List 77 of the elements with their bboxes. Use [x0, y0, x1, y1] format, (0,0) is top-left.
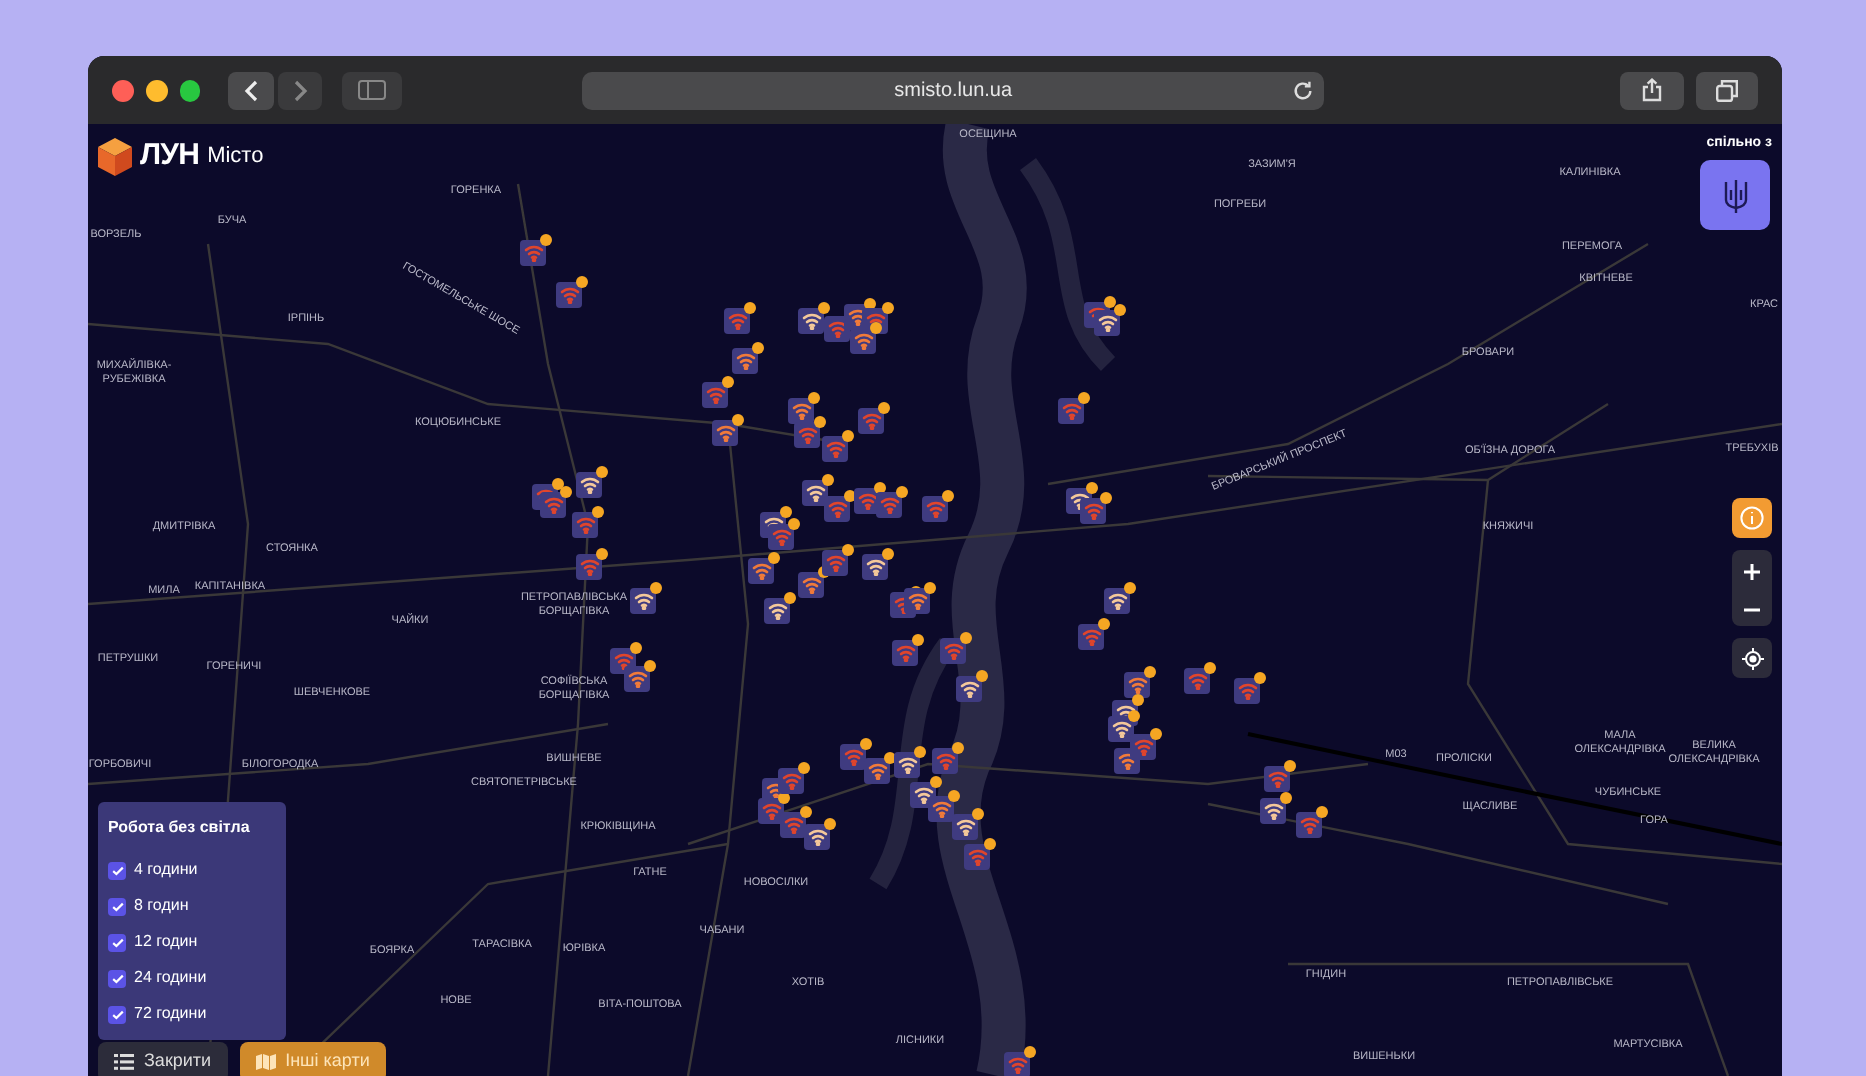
count-badge [596, 466, 608, 478]
count-badge [882, 548, 894, 560]
back-button[interactable] [228, 71, 274, 109]
legend-item-label: 24 години [134, 966, 207, 990]
locate-icon [1741, 647, 1763, 669]
count-badge [1284, 760, 1296, 772]
count-badge [1144, 666, 1156, 678]
count-badge [952, 742, 964, 754]
count-badge [722, 376, 734, 388]
close-window-button[interactable] [112, 79, 134, 101]
url-text: smisto.lun.ua [894, 77, 1013, 105]
count-badge [1280, 792, 1292, 804]
reload-icon[interactable] [1292, 79, 1315, 101]
check-icon [111, 1009, 123, 1019]
cube-icon [98, 137, 132, 176]
count-badge [576, 276, 588, 288]
tabs-button[interactable] [1695, 71, 1759, 109]
logo[interactable]: ЛУН Місто [98, 134, 264, 179]
count-badge [798, 762, 810, 774]
list-icon [114, 1054, 134, 1070]
count-badge [818, 302, 830, 314]
count-badge [1024, 1046, 1036, 1058]
count-badge [592, 506, 604, 518]
count-badge [650, 582, 662, 594]
locate-button[interactable] [1732, 638, 1772, 678]
logo-subtitle: Місто [207, 142, 264, 172]
legend-item-label: 72 години [134, 1002, 207, 1026]
legend-item-label: 8 годин [134, 894, 189, 918]
tabs-icon [1715, 79, 1738, 101]
count-badge [1078, 392, 1090, 404]
legend-item-label: 12 годин [134, 930, 198, 954]
chevron-right-icon [293, 79, 308, 101]
count-badge [784, 592, 796, 604]
count-badge [744, 302, 756, 314]
count-badge [1316, 806, 1328, 818]
legend-title: Робота без світла [108, 816, 252, 840]
logo-text: ЛУН [140, 136, 200, 176]
share-button[interactable] [1620, 71, 1684, 109]
count-badge [596, 548, 608, 560]
checkbox[interactable] [108, 969, 126, 987]
chevron-left-icon [244, 79, 259, 101]
count-badge [942, 490, 954, 502]
map-icon [255, 1054, 276, 1070]
count-badge [842, 430, 854, 442]
count-badge [1098, 618, 1110, 630]
partner-logo-button[interactable] [1700, 160, 1770, 230]
sidebar-button[interactable] [342, 71, 402, 109]
count-badge [1204, 662, 1216, 674]
minimize-window-button[interactable] [145, 79, 168, 101]
forward-button[interactable] [277, 71, 323, 109]
count-badge [984, 838, 996, 850]
info-button[interactable] [1732, 498, 1772, 538]
checkbox[interactable] [108, 861, 126, 879]
check-icon [111, 937, 123, 947]
legend-item-label: 4 години [134, 858, 198, 882]
sidebar-icon [358, 80, 387, 100]
count-badge [752, 342, 764, 354]
count-badge [878, 402, 890, 414]
count-badge [540, 234, 552, 246]
checkbox[interactable] [108, 1005, 126, 1023]
info-icon [1740, 506, 1764, 530]
zoom-in-icon[interactable] [1744, 564, 1760, 580]
address-bar[interactable]: smisto.lun.ua [581, 71, 1325, 109]
share-icon [1641, 78, 1662, 102]
checkbox[interactable] [108, 897, 126, 915]
count-badge [732, 414, 744, 426]
maximize-window-button[interactable] [179, 79, 201, 101]
count-badge [914, 746, 926, 758]
count-badge [912, 634, 924, 646]
close-list-button[interactable]: Закрити [98, 1042, 228, 1076]
count-badge [1124, 582, 1136, 594]
trident-icon [1723, 177, 1747, 213]
check-icon [111, 901, 123, 911]
check-icon [111, 973, 123, 983]
count-badge [1254, 672, 1266, 684]
check-icon [111, 865, 123, 875]
checkbox[interactable] [108, 933, 126, 951]
